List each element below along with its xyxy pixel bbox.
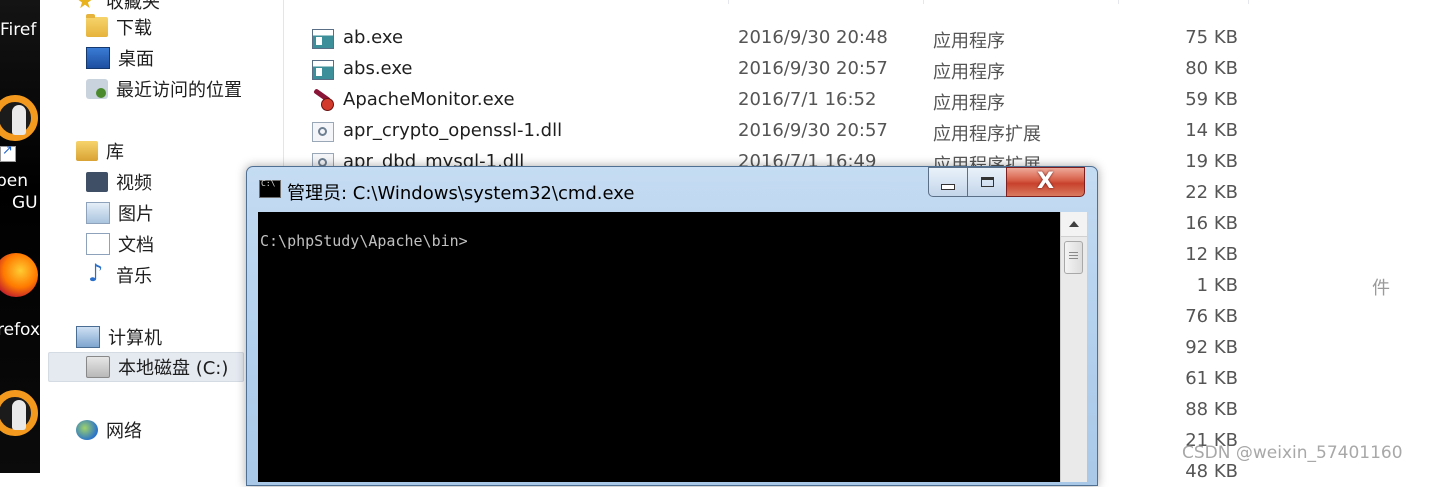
recent-places-icon	[86, 79, 108, 99]
nav-item-label: 视频	[116, 173, 152, 194]
desktop-icon-label: pen	[0, 171, 29, 191]
file-size: 22 KB	[1185, 182, 1238, 203]
file-type: 应用程序	[933, 31, 1005, 52]
nav-item-label: 音乐	[116, 266, 152, 287]
maximize-button[interactable]	[967, 167, 1007, 197]
star-icon: ★	[76, 0, 94, 13]
nav-item-music[interactable]: 音乐	[86, 259, 152, 290]
file-row[interactable]: ab.exe 2016/9/30 20:48 应用程序 75 KB	[284, 22, 1429, 53]
file-name: ApacheMonitor.exe	[343, 89, 515, 110]
column-header-type[interactable]	[923, 0, 1119, 4]
nav-item-recent-places[interactable]: 最近访问的位置	[86, 74, 242, 104]
network-icon	[76, 420, 98, 440]
file-date: 2016/9/30 20:57	[738, 58, 888, 79]
exe-file-icon	[312, 29, 334, 49]
music-library-icon	[86, 259, 108, 287]
cmd-console[interactable]: C:\phpStudy\Apache\bin>	[258, 212, 1060, 482]
nav-item-libraries[interactable]: 库	[76, 136, 124, 166]
close-icon: X	[1037, 169, 1054, 194]
column-header-size[interactable]	[1118, 0, 1249, 4]
nav-item-label: 最近访问的位置	[116, 80, 242, 101]
video-library-icon	[86, 172, 108, 192]
nav-item-local-disk-c[interactable]: 本地磁盘 (C:)	[48, 352, 244, 382]
nav-item-label: 桌面	[118, 49, 154, 70]
shortcut-arrow-icon	[0, 143, 16, 162]
file-size: 19 KB	[1185, 151, 1238, 172]
nav-item-label: 图片	[118, 204, 154, 225]
cmd-window-title: 管理员: C:\Windows\system32\cmd.exe	[287, 183, 635, 204]
download-folder-icon	[86, 14, 108, 37]
file-date: 2016/7/1 16:52	[738, 89, 877, 110]
cmd-window-icon[interactable]	[259, 179, 281, 198]
nav-item-label: 库	[106, 142, 124, 163]
file-date: 2016/9/30 20:57	[738, 120, 888, 141]
file-size: 59 KB	[1185, 89, 1238, 110]
maximize-icon	[980, 177, 994, 187]
library-icon	[76, 141, 98, 161]
pictures-library-icon	[86, 202, 110, 224]
column-header-name[interactable]	[284, 0, 729, 4]
column-header-date[interactable]	[728, 0, 924, 4]
desktop-icon	[86, 47, 110, 69]
file-size: 76 KB	[1185, 306, 1238, 327]
desktop-icon-label: refox	[0, 320, 40, 340]
file-size: 92 KB	[1185, 337, 1238, 358]
watermark: CSDN @weixin_57401160	[1182, 443, 1403, 463]
drive-icon	[86, 356, 110, 378]
nav-item-label: 本地磁盘 (C:)	[118, 358, 229, 379]
file-size: 1 KB	[1196, 275, 1238, 296]
file-size: 75 KB	[1185, 27, 1238, 48]
minimize-icon	[941, 184, 955, 190]
desktop-strip: Firef pen GU refox	[0, 0, 40, 473]
file-size: 61 KB	[1185, 368, 1238, 389]
file-row[interactable]: ApacheMonitor.exe 2016/7/1 16:52 应用程序 59 KB	[284, 84, 1429, 115]
nav-item-desktop[interactable]: 桌面	[86, 43, 154, 73]
computer-icon	[76, 326, 100, 348]
scroll-up-arrow-icon[interactable]	[1061, 212, 1087, 237]
partial-type-text: 件	[1372, 278, 1390, 299]
desktop-icon-label: Firef	[0, 20, 37, 40]
file-type: 应用程序扩展	[933, 124, 1041, 145]
cmd-titlebar[interactable]: 管理员: C:\Windows\system32\cmd.exe X	[247, 167, 1097, 211]
nav-item-label: 文档	[118, 235, 154, 256]
exe-file-icon	[312, 60, 334, 80]
nav-item-label: 下载	[116, 18, 152, 39]
scroll-thumb[interactable]	[1064, 241, 1083, 274]
file-size: 88 KB	[1185, 399, 1238, 420]
nav-item-label: 网络	[106, 421, 142, 442]
minimize-button[interactable]	[928, 167, 968, 197]
nav-item-documents[interactable]: 文档	[86, 229, 154, 259]
firefox-icon[interactable]	[0, 247, 40, 303]
close-button[interactable]: X	[1006, 167, 1085, 197]
file-size: 14 KB	[1185, 120, 1238, 141]
openvpn-gui-icon[interactable]	[0, 390, 40, 446]
file-row[interactable]: apr_crypto_openssl-1.dll 2016/9/30 20:57 应…	[284, 115, 1429, 146]
apache-monitor-icon	[312, 91, 334, 111]
nav-item-videos[interactable]: 视频	[86, 167, 152, 197]
file-name: apr_crypto_openssl-1.dll	[343, 120, 563, 141]
file-type: 应用程序	[933, 93, 1005, 114]
dll-file-icon	[312, 122, 334, 142]
file-size: 80 KB	[1185, 58, 1238, 79]
documents-library-icon	[86, 233, 110, 255]
file-size: 12 KB	[1185, 244, 1238, 265]
nav-item-network[interactable]: 网络	[76, 415, 142, 445]
nav-item-pictures[interactable]: 图片	[86, 198, 154, 228]
file-date: 2016/9/30 20:48	[738, 27, 888, 48]
file-name: ab.exe	[343, 27, 404, 48]
cmd-scrollbar[interactable]	[1060, 212, 1087, 482]
cmd-window[interactable]: 管理员: C:\Windows\system32\cmd.exe X C:\ph…	[246, 166, 1098, 486]
file-size: 16 KB	[1185, 213, 1238, 234]
desktop-icon-label: GU	[12, 193, 38, 213]
file-type: 应用程序	[933, 62, 1005, 83]
cmd-prompt: C:\phpStudy\Apache\bin>	[260, 232, 468, 250]
file-name: abs.exe	[343, 58, 413, 79]
file-row[interactable]: abs.exe 2016/9/30 20:57 应用程序 80 KB	[284, 53, 1429, 84]
nav-item-downloads[interactable]: 下载	[86, 12, 152, 42]
nav-item-label: 计算机	[108, 328, 162, 349]
nav-item-computer[interactable]: 计算机	[76, 322, 162, 352]
file-size: 48 KB	[1185, 461, 1238, 482]
